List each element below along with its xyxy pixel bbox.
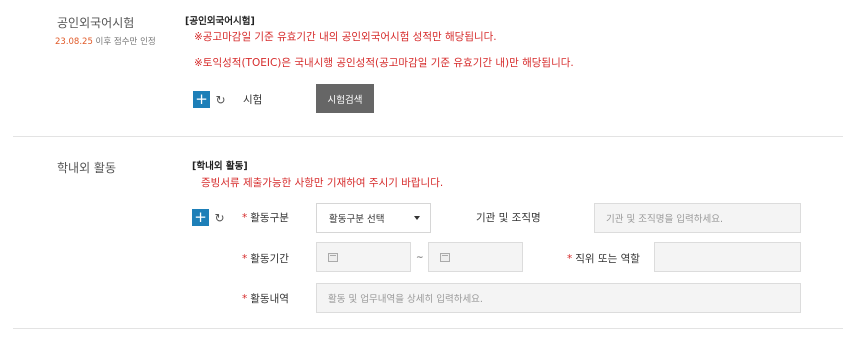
activity-type-select[interactable]: 활동구분 선택: [316, 203, 431, 233]
add-activity-button[interactable]: +: [192, 209, 209, 226]
position-input[interactable]: [654, 242, 801, 272]
language-notice-validity: ※공고마감일 기준 유효기간 내의 공인외국어시험 성적만 해당됩니다.: [194, 31, 497, 43]
refresh-icon: ↻: [215, 92, 226, 107]
activity-content-input[interactable]: 활동 및 업무내역을 상세히 입력하세요.: [316, 283, 801, 313]
activity-period-label: * 활동기간: [242, 253, 289, 265]
org-input[interactable]: 기관 및 조직명을 입력하세요.: [594, 203, 801, 233]
activity-section-title: 학내외 활동: [57, 161, 117, 175]
activity-content-label: * 활동내역: [242, 293, 289, 305]
calendar-icon: [328, 252, 338, 262]
reset-exam-button[interactable]: ↻: [213, 91, 228, 108]
language-heading: [공인외국어시험]: [185, 16, 255, 27]
period-end-input[interactable]: [428, 242, 523, 272]
required-mark: *: [567, 253, 573, 265]
position-label: * 직위 또는 역할: [567, 253, 640, 265]
language-section-note: 23.08.25 이후 점수만 인정: [55, 35, 156, 47]
activity-notice: 증빙서류 제출가능한 사항만 기재하여 주시기 바랍니다.: [201, 177, 444, 189]
required-mark: *: [242, 253, 248, 265]
activity-type-label: * 활동구분: [242, 212, 289, 224]
note-date: 23.08.25: [55, 37, 93, 47]
section-divider-bottom: [13, 328, 843, 329]
calendar-icon: [440, 252, 450, 262]
required-mark: *: [242, 293, 248, 305]
exam-search-button[interactable]: 시험검색: [316, 84, 374, 113]
add-exam-button[interactable]: +: [193, 91, 210, 108]
required-mark: *: [242, 212, 248, 224]
section-divider: [13, 136, 843, 137]
language-notice-toeic: ※토익성적(TOEIC)은 국내시행 공인성적(공고마감일 기준 유효기간 내)…: [194, 57, 574, 69]
period-separator: ~: [416, 253, 424, 263]
period-start-input[interactable]: [316, 242, 411, 272]
plus-icon: +: [195, 90, 208, 108]
reset-activity-button[interactable]: ↻: [212, 209, 227, 226]
chevron-down-icon: [414, 216, 420, 220]
note-text: 이후 점수만 인정: [92, 37, 156, 47]
org-label: 기관 및 조직명: [476, 212, 541, 224]
refresh-icon: ↻: [214, 210, 225, 225]
activity-type-select-value: 활동구분 선택: [329, 214, 385, 225]
activity-heading: [학내외 활동]: [192, 161, 248, 172]
plus-icon: +: [194, 208, 207, 226]
exam-label: 시험: [243, 94, 263, 106]
language-section-title: 공인외국어시험: [57, 16, 135, 30]
